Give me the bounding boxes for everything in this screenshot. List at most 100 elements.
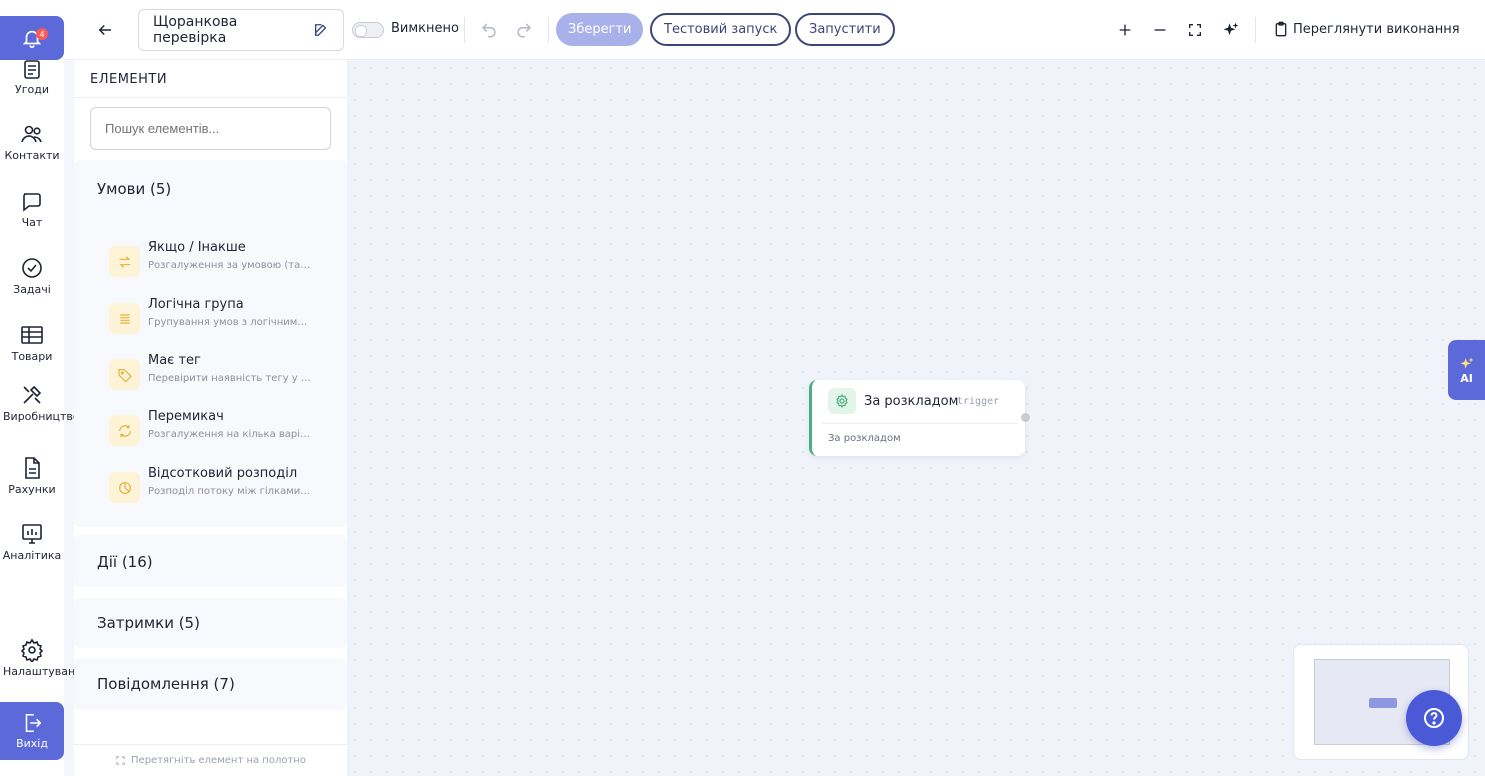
nav-tasks-label: Задачі (13, 283, 51, 296)
toolbar-divider (1255, 17, 1256, 43)
element-name: Логічна група (148, 297, 244, 312)
toolbar-divider (548, 17, 549, 43)
group-messages[interactable]: Повідомлення (7) (74, 658, 347, 710)
element-description: Розподіл потоку між гілками у відсотках (148, 486, 313, 497)
nav-products[interactable]: Товари (0, 323, 64, 363)
element-search-input[interactable] (90, 107, 331, 150)
nav-logout-label: Вихід (16, 737, 48, 750)
group-delays-header: Затримки (5) (97, 614, 200, 632)
sparkle-icon (1223, 22, 1239, 36)
element-switch[interactable]: Перемикач Розгалуження на кілька варіант… (109, 409, 319, 449)
group-conditions-header[interactable]: Умови (5) (97, 180, 171, 198)
logout-icon (25, 713, 42, 733)
production-icon (23, 385, 42, 404)
clipboard-icon (1275, 21, 1287, 37)
help-button[interactable] (1406, 690, 1462, 746)
edit-icon[interactable] (313, 22, 329, 38)
run-button[interactable]: Запустити (795, 13, 895, 46)
element-percent-split[interactable]: Відсотковий розподіл Розподіл потоку між… (109, 466, 319, 506)
group-conditions: Умови (5) Якщо / Інакше Розгалуження за … (74, 160, 347, 527)
nav-production-label: Виробництво (3, 410, 80, 423)
view-executions-button[interactable]: Переглянути виконання (1274, 21, 1460, 37)
panel-footer-hint: Перетягніть елемент на полотно (74, 744, 347, 776)
nav-analytics[interactable]: Аналітика (0, 522, 64, 562)
undo-button[interactable] (474, 15, 504, 45)
trigger-node[interactable]: За розкладом trigger За розкладом (809, 380, 1030, 456)
main-nav-rail: 4 Угоди Контакти Чат Задачі Товари Вироб… (0, 0, 89, 776)
element-description: Групування умов з логічними операторами (148, 317, 313, 328)
split-icon (109, 472, 140, 503)
node-divider (822, 423, 1018, 424)
nav-invoices[interactable]: Рахунки (0, 456, 64, 496)
chat-icon (23, 193, 41, 212)
zoom-in-button[interactable] (1110, 15, 1140, 45)
nav-chat[interactable]: Чат (0, 189, 64, 229)
redo-button[interactable] (509, 15, 539, 45)
element-description: Розгалуження на кілька варіантів (148, 429, 313, 440)
arrow-left-icon (98, 24, 111, 36)
group-actions-header: Дії (16) (97, 553, 153, 571)
nav-invoices-label: Рахунки (8, 483, 56, 496)
panel-title: ЕЛЕМЕНТИ (90, 72, 168, 87)
drag-icon (116, 756, 125, 765)
element-name: Перемикач (148, 409, 224, 424)
element-description: Перевірити наявність тегу у сутності (148, 373, 313, 384)
nav-settings[interactable]: Налаштування (0, 638, 89, 678)
nav-contacts[interactable]: Контакти (0, 122, 64, 162)
plus-icon (1119, 24, 1131, 36)
node-type-tag: trigger (957, 396, 1000, 407)
group-messages-header: Повідомлення (7) (97, 675, 235, 693)
nav-production[interactable]: Виробництво (0, 383, 80, 423)
fullscreen-icon (1189, 24, 1201, 36)
ai-assistant-button[interactable]: AI (1448, 340, 1485, 400)
auto-layout-button[interactable] (1216, 15, 1246, 45)
nav-tasks[interactable]: Задачі (0, 256, 64, 296)
branch-icon (109, 246, 140, 277)
workflow-name-field[interactable]: Щоранкова перевірка (138, 9, 344, 51)
nav-chat-label: Чат (21, 216, 43, 229)
minimap-node (1369, 698, 1397, 708)
panel-footer-text: Перетягніть елемент на полотно (131, 755, 306, 766)
element-if-else[interactable]: Якщо / Інакше Розгалуження за умовою (та… (109, 240, 319, 280)
element-has-tag[interactable]: Має тег Перевірити наявність тегу у сутн… (109, 353, 319, 393)
save-button[interactable]: Зберегти (556, 13, 644, 46)
deals-icon (24, 60, 40, 79)
nav-products-label: Товари (11, 350, 53, 363)
undo-icon (481, 23, 496, 38)
element-logic-group[interactable]: Логічна група Групування умов з логічним… (109, 297, 319, 337)
editor-toolbar: Щоранкова перевірка Вимкнено Зберегти Те… (64, 0, 1485, 60)
node-subtitle: За розкладом (828, 433, 901, 444)
notification-badge: 4 (36, 28, 48, 40)
nav-contacts-label: Контакти (4, 149, 60, 162)
elements-panel: ЕЛЕМЕНТИ Умови (5) Якщо / Інакше Розгалу… (74, 60, 347, 776)
notifications-button[interactable]: 4 (0, 16, 64, 60)
nav-settings-label: Налаштування (3, 665, 89, 678)
nav-deals[interactable]: Угоди (0, 58, 64, 96)
enabled-toggle[interactable] (352, 22, 384, 38)
tag-icon (109, 359, 140, 390)
settings-icon (20, 638, 44, 662)
test-run-button[interactable]: Тестовий запуск (650, 13, 792, 46)
products-icon (21, 326, 43, 344)
node-title: За розкладом (864, 394, 959, 409)
schedule-gear-icon (828, 388, 856, 414)
question-icon (1424, 708, 1444, 728)
group-actions[interactable]: Дії (16) (74, 535, 347, 587)
minus-icon (1154, 29, 1166, 31)
redo-icon (517, 23, 532, 38)
group-delays[interactable]: Затримки (5) (74, 598, 347, 648)
ai-label: AI (1460, 371, 1473, 385)
workflow-name: Щоранкова перевірка (153, 14, 238, 46)
node-output-port[interactable] (1021, 413, 1030, 422)
tasks-icon (22, 258, 42, 278)
zoom-out-button[interactable] (1145, 15, 1175, 45)
invoices-icon (25, 457, 40, 479)
back-button[interactable] (90, 15, 120, 45)
nav-deals-label: Угоди (15, 83, 49, 96)
switch-icon (109, 415, 140, 446)
toolbar-divider (464, 17, 465, 43)
nav-logout[interactable]: Вихід (0, 702, 64, 760)
logic-group-icon (109, 303, 140, 334)
fit-view-button[interactable] (1180, 15, 1210, 45)
element-name: Якщо / Інакше (148, 240, 246, 255)
